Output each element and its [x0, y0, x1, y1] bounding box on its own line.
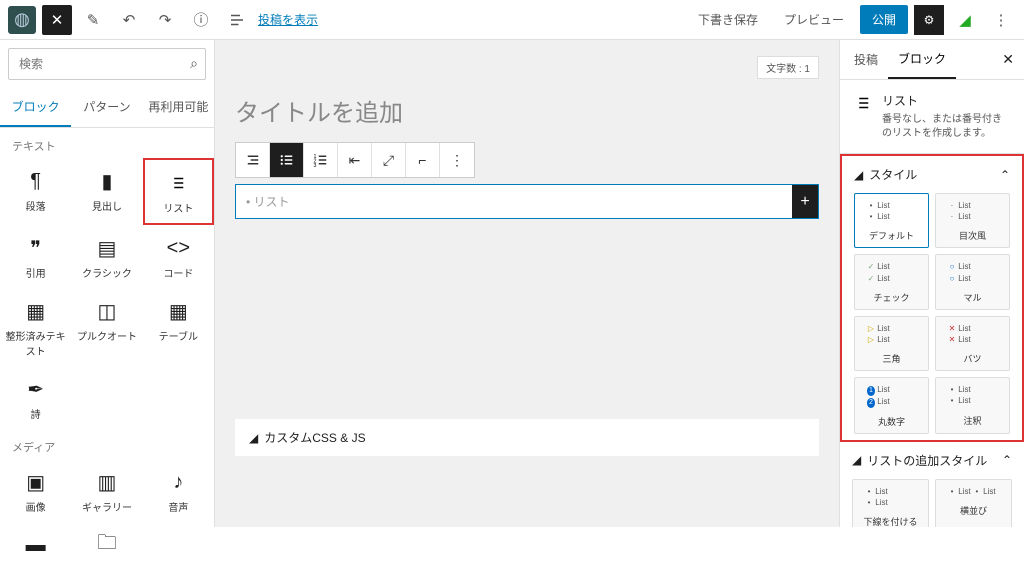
block-preformatted[interactable]: ▦整形済みテキスト: [0, 288, 71, 366]
search-input[interactable]: [8, 48, 206, 80]
block-name: リスト: [882, 92, 1010, 109]
list-item-input[interactable]: • リスト: [236, 185, 792, 218]
leaf-icon: ◢: [249, 431, 258, 445]
settings-sidebar: 投稿 ブロック ✕ リスト 番号なし、または番号付きのリストを作成します。 ◢ス…: [839, 40, 1024, 527]
style-panel: ◢スタイル⌃ • List• Listデフォルト · List· List目次風…: [840, 154, 1024, 442]
toolbar-more-icon[interactable]: ⋮: [440, 143, 474, 177]
toolbar-transform-icon[interactable]: [236, 143, 270, 177]
block-list[interactable]: リスト: [143, 158, 214, 225]
toolbar-ol-icon[interactable]: 123: [304, 143, 338, 177]
chevron-up-icon: ⌃: [1002, 453, 1012, 467]
block-quote[interactable]: ❞引用: [0, 225, 71, 288]
jetpack-icon[interactable]: ◢: [950, 5, 980, 35]
tab-patterns[interactable]: パターン: [71, 88, 142, 127]
leaf-icon: ◢: [854, 168, 863, 182]
block-file[interactable]: 🗀: [71, 522, 142, 570]
style-horizontal[interactable]: • List • List横並び: [935, 479, 1012, 527]
category-text: テキスト: [0, 128, 214, 158]
additional-style-panel: ◢リストの追加スタイル⌃ • List• List下線を付ける • List •…: [840, 442, 1024, 527]
toolbar-ul-icon[interactable]: [270, 143, 304, 177]
save-draft-button[interactable]: 下書き保存: [688, 5, 768, 34]
block-table[interactable]: ▦テーブル: [143, 288, 214, 366]
svg-text:3: 3: [313, 163, 316, 169]
style-note[interactable]: • List• List注釈: [935, 377, 1010, 434]
category-media: メディア: [0, 429, 214, 459]
tab-block[interactable]: ブロック: [888, 40, 956, 79]
toolbar-align-icon[interactable]: ⤢: [372, 143, 406, 177]
view-post-link[interactable]: 投稿を表示: [258, 11, 318, 28]
search-icon: ⌕: [190, 55, 198, 72]
undo-icon[interactable]: ↶: [114, 5, 144, 35]
close-sidebar-icon[interactable]: ✕: [996, 45, 1020, 74]
tab-post[interactable]: 投稿: [844, 41, 888, 78]
tab-reusable[interactable]: 再利用可能: [143, 88, 214, 127]
block-code[interactable]: <>コード: [143, 225, 214, 288]
block-audio[interactable]: ♪音声: [143, 459, 214, 522]
add-block-button[interactable]: +: [792, 185, 818, 218]
chevron-up-icon: ⌃: [1000, 168, 1010, 182]
preview-button[interactable]: プレビュー: [774, 5, 854, 34]
style-default[interactable]: • List• Listデフォルト: [854, 193, 929, 248]
toolbar-format-icon[interactable]: ⌐: [406, 143, 440, 177]
edit-icon[interactable]: ✎: [78, 5, 108, 35]
site-logo[interactable]: ◍: [8, 6, 36, 34]
style-check[interactable]: ✓ List✓ Listチェック: [854, 254, 929, 309]
block-classic[interactable]: ▤クラシック: [71, 225, 142, 288]
editor-canvas: 文字数 : 1 タイトルを追加 123 ⇤ ⤢ ⌐ ⋮ • リスト + ◢カスタ…: [215, 40, 839, 527]
publish-button[interactable]: 公開: [860, 5, 908, 34]
post-title[interactable]: タイトルを追加: [235, 83, 819, 142]
block-pullquote[interactable]: ◫プルクオート: [71, 288, 142, 366]
leaf-icon: ◢: [852, 453, 861, 467]
style-underline[interactable]: • List• List下線を付ける: [852, 479, 929, 527]
block-paragraph[interactable]: ¶段落: [0, 158, 71, 225]
close-button[interactable]: ✕: [42, 5, 72, 35]
settings-icon[interactable]: ⚙: [914, 5, 944, 35]
block-verse[interactable]: ✒詩: [0, 366, 71, 429]
info-icon[interactable]: ⓘ: [186, 5, 216, 35]
toolbar-outdent-icon[interactable]: ⇤: [338, 143, 372, 177]
word-count: 文字数 : 1: [757, 56, 819, 79]
redo-icon[interactable]: ↷: [150, 5, 180, 35]
list-icon: [854, 92, 872, 141]
block-heading[interactable]: ▮見出し: [71, 158, 142, 225]
style-circle[interactable]: ○ List○ Listマル: [935, 254, 1010, 309]
block-inserter-panel: ⌕ ブロック パターン 再利用可能 テキスト ¶段落 ▮見出し リスト ❞引用 …: [0, 40, 215, 527]
style-toc[interactable]: · List· List目次風: [935, 193, 1010, 248]
custom-css-panel[interactable]: ◢カスタムCSS & JS: [235, 419, 819, 456]
block-desc: 番号なし、または番号付きのリストを作成します。: [882, 113, 1010, 141]
style-cross[interactable]: ✕ List✕ Listバツ: [935, 316, 1010, 371]
outline-icon[interactable]: [222, 5, 252, 35]
tab-blocks[interactable]: ブロック: [0, 88, 71, 127]
block-image[interactable]: ▣画像: [0, 459, 71, 522]
style-numbered[interactable]: 1 List2 List丸数字: [854, 377, 929, 434]
block-cover[interactable]: ▬: [0, 522, 71, 570]
block-gallery[interactable]: ▥ギャラリー: [71, 459, 142, 522]
style-triangle[interactable]: ▷ List▷ List三角: [854, 316, 929, 371]
list-block[interactable]: • リスト +: [235, 184, 819, 219]
more-icon[interactable]: ⋮: [986, 5, 1016, 35]
block-toolbar: 123 ⇤ ⤢ ⌐ ⋮: [235, 142, 475, 178]
